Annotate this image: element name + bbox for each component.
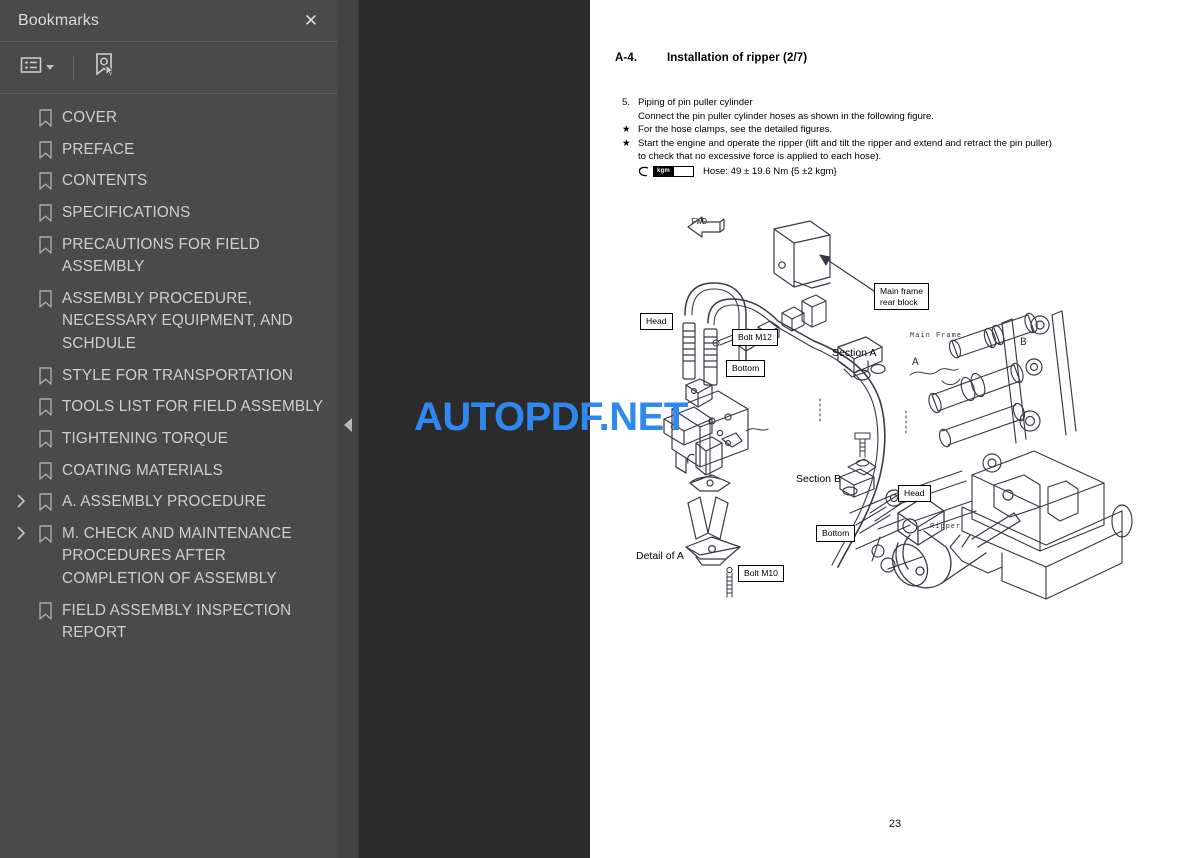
bookmark-item-label: COATING MATERIALS [62,461,223,479]
bookmark-item-label: M. CHECK AND MAINTENANCE PROCEDURES AFTE… [62,524,292,587]
step-number: 5. [622,97,631,108]
step-line: 5. Piping of pin puller cylinder [622,96,1188,110]
document-viewer[interactable]: A-4. Installation of ripper (2/7) 5. Pipi… [359,0,1200,858]
callout-bottom-upper: Bottom [726,360,766,377]
label-marker-a: A [912,357,919,369]
bookmark-ribbon-icon [32,288,58,308]
label-ripper: Ripper [930,523,962,531]
bookmark-item[interactable]: COATING MATERIALS [10,456,328,488]
bookmark-options-button[interactable] [16,53,58,82]
bullet-item: ★ For the hose clamps, see the detailed … [622,123,1188,137]
new-bookmark-button[interactable] [89,49,121,86]
bullet-text: For the hose clamps, see the detailed fi… [638,124,833,136]
bullet-marker-icon: ★ [622,124,631,136]
heading-number: A-4. [615,52,638,64]
bookmark-ribbon-icon [32,396,58,416]
sidebar-toolbar [0,42,338,94]
bullet-marker-icon: ★ [622,137,631,149]
bookmark-ribbon-icon [32,170,58,190]
bookmark-ribbon-icon [32,600,58,620]
sidebar-splitter[interactable] [338,0,359,858]
bookmark-ribbon-icon [32,234,58,254]
callout-head-lower: Head [898,485,931,502]
bookmarks-sidebar: Bookmarks ✕ COVER PREFACE CONTENTS SPECI… [0,0,338,858]
callout-bolt-m12: Bolt M12 [732,329,778,346]
bookmark-item[interactable]: TIGHTENING TORQUE [10,424,328,456]
callout-main-frame-rear-block: Main frame rear block [874,283,929,311]
bookmark-tree[interactable]: COVER PREFACE CONTENTS SPECIFICATIONS PRECAU… [0,94,338,858]
bookmark-item[interactable]: FIELD ASSEMBLY INSPECTION REPORT [10,596,328,650]
bookmark-item-label: ASSEMBLY PROCEDURE, NECESSARY EQUIPMENT,… [62,289,293,352]
bookmark-item[interactable]: A. ASSEMBLY PROCEDURE [10,487,328,519]
callout-bolt-m10: Bolt M10 [738,565,784,582]
chevron-right-icon[interactable] [10,491,32,508]
label-main-frame: Main Frame [910,332,963,340]
triangle-left-icon[interactable] [344,418,352,432]
bookmark-item[interactable]: TOOLS LIST FOR FIELD ASSEMBLY [10,392,328,424]
page-number: 23 [888,818,902,830]
chevron-right-icon[interactable] [10,523,32,540]
page-heading: A-4. Installation of ripper (2/7) [615,52,807,64]
bookmark-item-label: PREFACE [62,140,135,158]
bookmark-item[interactable]: SPECIFICATIONS [10,198,328,230]
bookmark-ribbon-icon [32,139,58,159]
bookmark-item-label: TOOLS LIST FOR FIELD ASSEMBLY [62,398,324,416]
bookmark-item[interactable]: STYLE FOR TRANSPORTATION [10,361,328,393]
sidebar-header: Bookmarks ✕ [0,0,338,42]
bookmark-ribbon-icon [32,460,58,480]
torque-value-text: Hose: 49 ± 19.6 Nm {5 ±2 kgm} [702,166,837,178]
bookmark-item-label: FIELD ASSEMBLY INSPECTION REPORT [62,601,292,642]
label-section-a: Section A [832,347,877,359]
technical-figure: Main frame rear block Head Bolt M12 Bott… [636,195,1182,615]
bullet-text: Start the engine and operate the ripper … [638,137,1052,149]
toolbar-divider [73,55,74,80]
bookmark-item[interactable]: PREFACE [10,135,328,167]
bookmark-item[interactable]: CONTENTS [10,166,328,198]
torque-unit-label: kgm [653,166,674,178]
bookmark-item-label: COVER [62,109,118,126]
step-title: Piping of pin puller cylinder [638,97,753,108]
label-fwd-arrow: FWD [691,217,708,227]
new-bookmark-icon [93,52,117,83]
step-detail: Connect the pin puller cylinder hoses as… [638,110,934,122]
bookmark-ribbon-icon [32,428,58,448]
bookmark-ribbon-icon [32,491,58,511]
callout-bottom-lower: Bottom [816,525,856,542]
bookmark-item[interactable]: M. CHECK AND MAINTENANCE PROCEDURES AFTE… [10,519,328,596]
bookmark-item-label: STYLE FOR TRANSPORTATION [62,366,294,384]
bullet-item: ★ Start the engine and operate the rippe… [622,137,1188,151]
chevron-down-icon [46,65,54,70]
label-marker-b: B [1020,337,1027,349]
bookmark-ribbon-icon [32,202,58,222]
label-detail-of-a: Detail of A [636,550,684,562]
close-icon[interactable]: ✕ [298,8,324,34]
torque-wrench-icon: kgm [638,166,694,178]
torque-spec-line: kgm Hose: 49 ± 19.6 Nm {5 ±2 kgm} [622,165,1188,179]
bookmark-item-label: PRECAUTIONS FOR FIELD ASSEMBLY [62,235,260,276]
sidebar-title: Bookmarks [18,11,99,29]
label-section-b: Section B [796,473,841,485]
bookmark-item[interactable]: COVER [10,103,328,135]
pdf-viewer-app: Bookmarks ✕ COVER PREFACE CONTENTS SPECI… [0,0,1200,858]
list-options-icon [20,56,42,79]
bookmark-item-label: A. ASSEMBLY PROCEDURE [62,493,267,511]
bullet-continuation: to check that no excessive force is appl… [638,151,882,163]
heading-title: Installation of ripper (2/7) [667,52,808,64]
bookmark-ribbon-icon [32,107,58,127]
callout-head-upper: Head [640,313,673,330]
bookmark-item[interactable]: PRECAUTIONS FOR FIELD ASSEMBLY [10,230,328,284]
bookmark-item-label: CONTENTS [62,172,148,190]
bookmark-item-label: SPECIFICATIONS [62,203,191,221]
page-body-text: 5. Piping of pin puller cylinder Connect… [622,96,1188,179]
pdf-page: A-4. Installation of ripper (2/7) 5. Pipi… [590,0,1200,858]
bookmark-item[interactable]: ASSEMBLY PROCEDURE, NECESSARY EQUIPMENT,… [10,284,328,361]
bookmark-item-label: TIGHTENING TORQUE [62,429,229,447]
bookmark-ribbon-icon [32,365,58,385]
figure-linework [663,216,1133,600]
bookmark-ribbon-icon [32,523,58,543]
